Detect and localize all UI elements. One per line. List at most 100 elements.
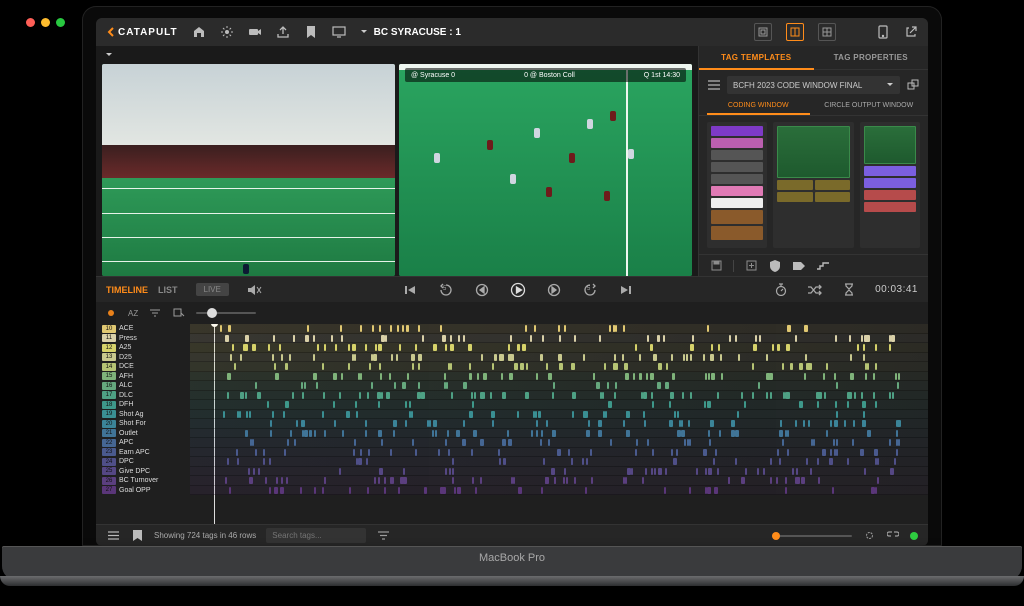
stairs-icon[interactable]	[816, 259, 830, 273]
top-toolbar: CATAPULT BC SYRACUSE : 1	[96, 18, 928, 46]
row-label[interactable]: 14DCE	[96, 362, 190, 372]
skip-fwd-5-icon[interactable]: 5	[582, 282, 598, 298]
brand-logo: CATAPULT	[106, 27, 178, 38]
coding-window-preview[interactable]	[699, 116, 928, 254]
sort-az[interactable]: AZ	[128, 309, 138, 318]
skip-end-icon[interactable]	[618, 282, 634, 298]
timeline-track[interactable]	[190, 324, 928, 334]
row-label[interactable]: 11Press	[96, 334, 190, 344]
match-selector[interactable]: BC SYRACUSE : 1	[360, 27, 461, 38]
tab-tag-templates[interactable]: TAG TEMPLATES	[699, 46, 814, 70]
row-label[interactable]: 27Goal OPP	[96, 486, 190, 496]
timeline-track[interactable]	[190, 400, 928, 410]
tablet-icon[interactable]	[876, 25, 890, 39]
timeline-track[interactable]	[190, 457, 928, 467]
timeline-track[interactable]	[190, 467, 928, 477]
tab-tag-properties[interactable]: TAG PROPERTIES	[814, 46, 929, 70]
menu-icon[interactable]	[106, 529, 120, 543]
row-label[interactable]: 19Shot Ag	[96, 410, 190, 420]
add-icon[interactable]	[744, 259, 758, 273]
close-dot-icon[interactable]	[26, 18, 35, 27]
snap-icon[interactable]	[862, 529, 876, 543]
window-traffic-lights	[26, 18, 65, 27]
skip-back-5-icon[interactable]: 5	[438, 282, 454, 298]
timeline-track[interactable]	[190, 362, 928, 372]
minimize-dot-icon[interactable]	[41, 18, 50, 27]
timeline-track[interactable]	[190, 372, 928, 382]
shuffle-icon[interactable]	[807, 282, 823, 298]
row-label[interactable]: 18DFH	[96, 400, 190, 410]
template-dropdown[interactable]: BCFH 2023 CODE WINDOW FINAL	[727, 76, 900, 94]
save-icon[interactable]	[709, 259, 723, 273]
select-icon[interactable]	[172, 306, 186, 320]
collapse-panel-chevron[interactable]	[102, 50, 692, 64]
app-window: CATAPULT BC SYRACUSE : 1	[96, 18, 928, 546]
rewind-icon[interactable]	[474, 282, 490, 298]
timeline-track[interactable]	[190, 476, 928, 486]
gear-icon[interactable]	[220, 25, 234, 39]
stopwatch-icon[interactable]	[773, 282, 789, 298]
layout-1-button[interactable]	[754, 23, 772, 41]
row-label[interactable]: 16ALC	[96, 381, 190, 391]
tab-list[interactable]: LIST	[158, 285, 178, 295]
row-label[interactable]: 17DLC	[96, 391, 190, 401]
filter-dot-icon[interactable]	[104, 306, 118, 320]
search-input[interactable]	[266, 528, 366, 543]
skip-start-icon[interactable]	[402, 282, 418, 298]
tab-timeline[interactable]: TIMELINE	[106, 285, 148, 295]
layout-3-button[interactable]	[818, 23, 836, 41]
timeline-track[interactable]	[190, 334, 928, 344]
link-icon[interactable]	[886, 529, 900, 543]
status-led-icon	[910, 532, 918, 540]
zoom-slider[interactable]	[196, 312, 256, 314]
timeline-track[interactable]	[190, 343, 928, 353]
display-icon[interactable]	[332, 25, 346, 39]
row-label[interactable]: 12A25	[96, 343, 190, 353]
bookmark-footer-icon[interactable]	[130, 529, 144, 543]
layout-2-button[interactable]	[786, 23, 804, 41]
camera-icon[interactable]	[248, 25, 262, 39]
bookmark-icon[interactable]	[304, 25, 318, 39]
video-view-broadcast[interactable]: @ Syracuse 0 0 @ Boston Coll Q 1st 14:30	[399, 64, 692, 276]
home-icon[interactable]	[192, 25, 206, 39]
subtab-coding-window[interactable]: CODING WINDOW	[707, 100, 810, 115]
timeline-track[interactable]	[190, 448, 928, 458]
timeline-track[interactable]	[190, 429, 928, 439]
shield-icon[interactable]	[768, 259, 782, 273]
fullscreen-dot-icon[interactable]	[56, 18, 65, 27]
upload-icon[interactable]	[276, 25, 290, 39]
popout-icon[interactable]	[906, 78, 920, 92]
footer-bar: Showing 724 tags in 46 rows	[96, 524, 928, 546]
forward-icon[interactable]	[546, 282, 562, 298]
play-icon[interactable]	[510, 282, 526, 298]
subtab-circle-output[interactable]: CIRCLE OUTPUT WINDOW	[818, 100, 921, 115]
timeline-track[interactable]	[190, 353, 928, 363]
row-label[interactable]: 24DPC	[96, 457, 190, 467]
row-label[interactable]: 21Outlet	[96, 429, 190, 439]
list-icon[interactable]	[707, 78, 721, 92]
timeline-track[interactable]	[190, 391, 928, 401]
row-label[interactable]: 10ACE	[96, 324, 190, 334]
sort-icon[interactable]	[148, 306, 162, 320]
row-label[interactable]: 22APC	[96, 438, 190, 448]
row-label[interactable]: 25Give DPC	[96, 467, 190, 477]
tag-icon[interactable]	[792, 259, 806, 273]
row-label[interactable]: 23Earn APC	[96, 448, 190, 458]
timecode: 00:03:41	[875, 284, 918, 295]
video-view-wide[interactable]	[102, 64, 395, 276]
timeline-track[interactable]	[190, 410, 928, 420]
mute-icon[interactable]	[247, 282, 263, 298]
hourglass-icon[interactable]	[841, 282, 857, 298]
speed-slider[interactable]	[772, 535, 852, 537]
row-label[interactable]: 20Shot For	[96, 419, 190, 429]
timeline-track[interactable]	[190, 486, 928, 496]
row-label[interactable]: 26BC Turnover	[96, 476, 190, 486]
timeline-track[interactable]	[190, 438, 928, 448]
timeline-track[interactable]	[190, 419, 928, 429]
timeline-track[interactable]	[190, 381, 928, 391]
row-label[interactable]: 15AFH	[96, 372, 190, 382]
filter-icon[interactable]	[376, 529, 390, 543]
live-indicator[interactable]: LIVE	[196, 283, 229, 296]
row-label[interactable]: 13D25	[96, 353, 190, 363]
external-link-icon[interactable]	[904, 25, 918, 39]
